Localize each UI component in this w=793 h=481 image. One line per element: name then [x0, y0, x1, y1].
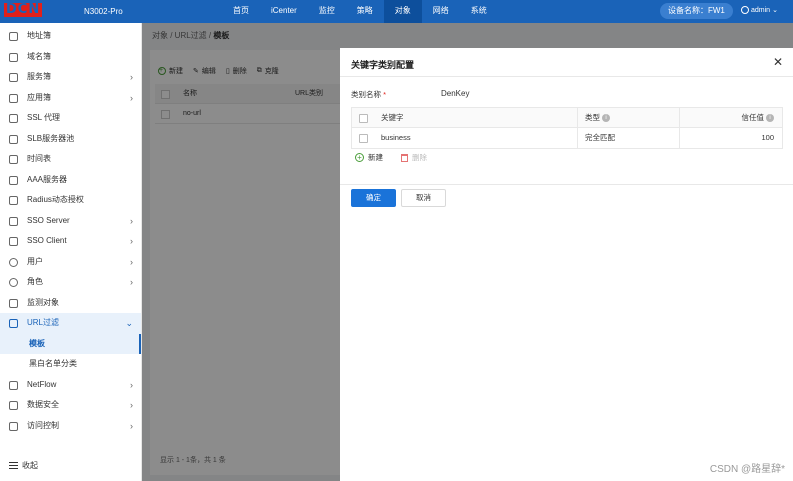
- server-icon: [9, 175, 18, 185]
- sidebar: 地址簿 域名簿 服务簿 › 应用簿 › SSL 代理 SLB服务器池 时间表 AAA…: [0, 23, 142, 481]
- table-row[interactable]: business 完全匹配 100: [352, 128, 782, 148]
- chevron-right-icon: ›: [130, 236, 133, 246]
- sidebar-item-data-security[interactable]: 数据安全 ›: [0, 395, 141, 416]
- category-name-value: DenKey: [441, 89, 470, 98]
- sidebar-item-address-book[interactable]: 地址簿: [0, 26, 141, 47]
- chevron-right-icon: ›: [130, 379, 133, 390]
- server-pool-icon: [9, 134, 18, 144]
- sidebar-item-url-filter[interactable]: URL过滤 ⌄: [0, 313, 141, 334]
- sidebar-item-app-book[interactable]: 应用簿 ›: [0, 88, 141, 109]
- keyword-cell: business: [371, 128, 578, 148]
- top-bar: DCN N3002-Pro 首页 iCenter 监控 策略 对象 网络 系统 …: [0, 0, 793, 23]
- chevron-right-icon: ›: [130, 277, 133, 287]
- nav-policy[interactable]: 策略: [346, 0, 384, 23]
- sidebar-item-aaa-server[interactable]: AAA服务器: [0, 170, 141, 191]
- info-icon[interactable]: i: [602, 114, 610, 123]
- row-checkbox[interactable]: [352, 128, 371, 148]
- address-book-icon: [9, 32, 18, 41]
- menu-icon: [9, 462, 18, 469]
- column-keyword: 关键字: [371, 108, 578, 127]
- info-icon[interactable]: i: [766, 114, 774, 123]
- sidebar-item-schedule[interactable]: 时间表: [0, 149, 141, 170]
- sidebar-item-radius[interactable]: Radius动态授权: [0, 190, 141, 211]
- nav-monitor[interactable]: 监控: [308, 0, 346, 23]
- main-nav: 首页 iCenter 监控 策略 对象 网络 系统: [222, 0, 498, 23]
- nav-icenter[interactable]: iCenter: [260, 0, 308, 23]
- sidebar-item-monitor-object[interactable]: 监测对象: [0, 293, 141, 314]
- sidebar-subitem-blackwhite-category[interactable]: 黑白名单分类: [0, 354, 141, 375]
- sidebar-item-sso-server[interactable]: SSO Server ›: [0, 211, 141, 232]
- keyword-category-drawer: 关键字类别配置 ✕ 类别名称 * DenKey 关键字 类型 i 信任值 i bus…: [340, 48, 793, 481]
- calendar-icon: [9, 155, 18, 164]
- trust-cell: 100: [761, 133, 774, 142]
- monitor-icon: [9, 298, 18, 308]
- netflow-icon: [9, 380, 18, 390]
- cancel-button[interactable]: 取消: [401, 189, 446, 207]
- confirm-button[interactable]: 确定: [351, 189, 396, 207]
- chevron-right-icon: ›: [130, 420, 133, 431]
- chevron-right-icon: ›: [130, 256, 133, 267]
- drawer-title: 关键字类别配置: [351, 60, 415, 70]
- sidebar-item-sso-client[interactable]: SSO Client ›: [0, 231, 141, 252]
- user-menu[interactable]: admin ⌄: [741, 6, 778, 14]
- nav-system[interactable]: 系统: [460, 0, 498, 23]
- sidebar-subitem-template[interactable]: 模板: [0, 333, 141, 354]
- table-header: 关键字 类型 i 信任值 i: [352, 108, 782, 128]
- type-cell: 完全匹配: [578, 128, 680, 148]
- add-keyword-button[interactable]: + 新建: [355, 152, 383, 163]
- user-icon: [741, 6, 749, 14]
- watermark: CSDN @路星辞*: [709, 464, 785, 475]
- sidebar-item-roles[interactable]: 角色 ›: [0, 272, 141, 293]
- plus-icon: +: [355, 153, 364, 162]
- chevron-right-icon: ›: [130, 215, 133, 226]
- select-all-checkbox[interactable]: [352, 108, 371, 127]
- sidebar-item-domain-book[interactable]: 域名簿: [0, 47, 141, 68]
- chevron-right-icon: ›: [130, 92, 133, 103]
- column-type: 类型 i: [578, 108, 680, 127]
- app-book-icon: [9, 93, 18, 103]
- nav-home[interactable]: 首页: [222, 0, 260, 23]
- category-name-label: 类别名称 *: [351, 90, 387, 99]
- device-name-badge: 设备名称：FW1: [660, 3, 733, 19]
- keyword-table: 关键字 类型 i 信任值 i business 完全匹配 100: [351, 107, 783, 149]
- close-icon[interactable]: ✕: [773, 55, 783, 69]
- sidebar-item-users[interactable]: 用户 ›: [0, 252, 141, 273]
- sso-server-icon: [9, 216, 18, 226]
- ssl-icon: [9, 114, 18, 123]
- divider: [340, 184, 793, 185]
- domain-book-icon: [9, 52, 18, 62]
- sidebar-item-access-control[interactable]: 访问控制 ›: [0, 416, 141, 437]
- lock-icon: [9, 421, 18, 431]
- chevron-down-icon: ⌄: [125, 318, 133, 328]
- sidebar-item-netflow[interactable]: NetFlow ›: [0, 375, 141, 396]
- shield-icon: [9, 401, 18, 410]
- trash-icon: [401, 153, 408, 162]
- divider: [340, 76, 793, 77]
- chevron-right-icon: ›: [130, 400, 133, 410]
- sidebar-item-service-book[interactable]: 服务簿 ›: [0, 67, 141, 88]
- sidebar-item-slb-pool[interactable]: SLB服务器池: [0, 129, 141, 150]
- dcn-logo: DCN: [4, 2, 43, 17]
- service-book-icon: [9, 73, 18, 82]
- nav-network[interactable]: 网络: [422, 0, 460, 23]
- collapse-sidebar-button[interactable]: 收起: [9, 460, 38, 471]
- filter-icon: [9, 319, 18, 328]
- user-name: admin: [751, 6, 771, 14]
- shield-icon: [9, 196, 18, 205]
- sidebar-item-ssl-proxy[interactable]: SSL 代理: [0, 108, 141, 129]
- user-icon: [9, 257, 18, 267]
- role-icon: [9, 278, 18, 287]
- table-actions: + 新建 删除: [355, 152, 427, 163]
- device-model: N3002-Pro: [84, 7, 123, 16]
- delete-keyword-button[interactable]: 删除: [401, 152, 427, 163]
- chevron-right-icon: ›: [130, 72, 133, 82]
- column-trust: 信任值 i: [680, 108, 782, 127]
- sso-client-icon: [9, 237, 18, 246]
- nav-objects[interactable]: 对象: [383, 0, 422, 23]
- chevron-down-icon: ⌄: [772, 7, 778, 14]
